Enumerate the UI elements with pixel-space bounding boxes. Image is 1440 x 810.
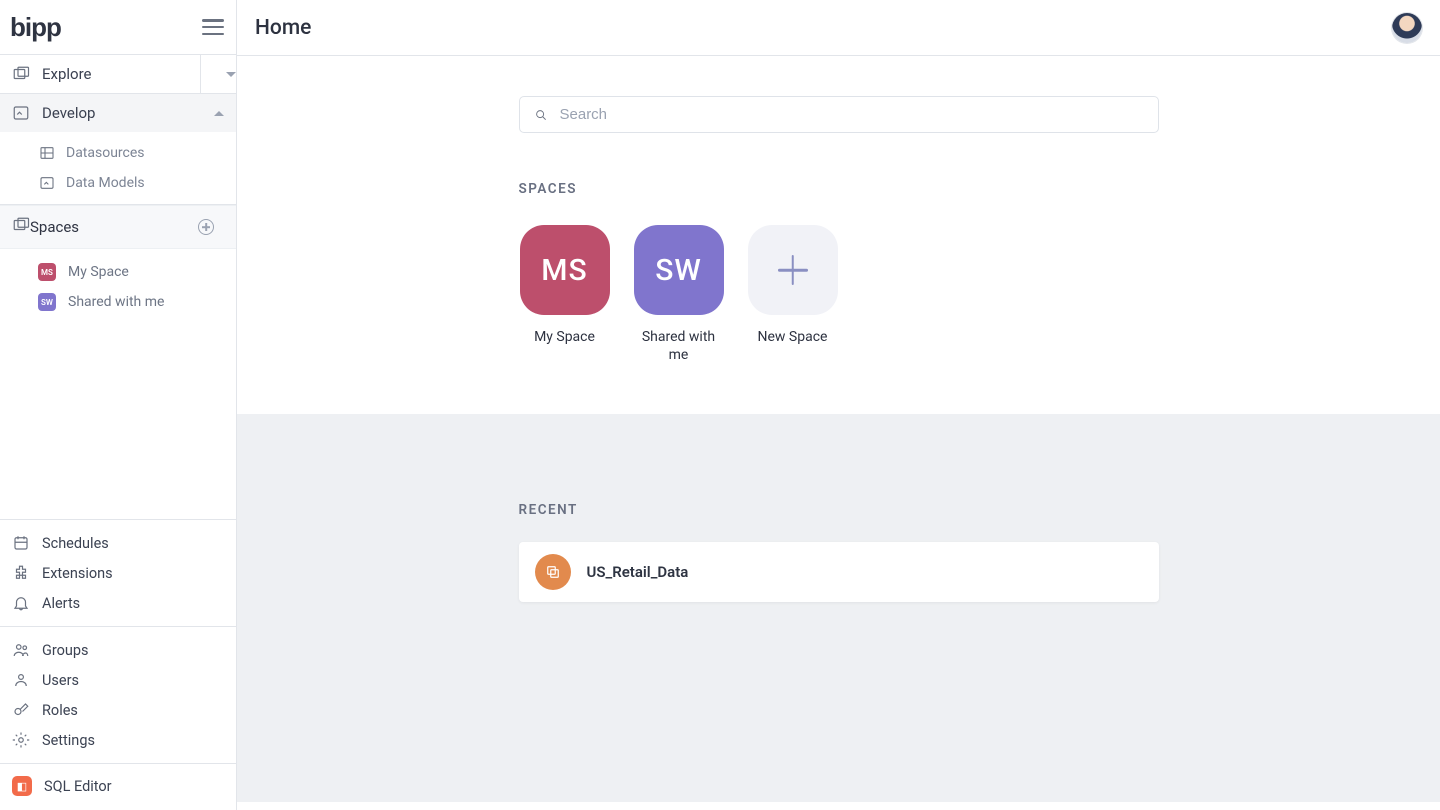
- space-badge: SW: [38, 293, 56, 311]
- extensions-icon: [12, 564, 30, 582]
- schedules-icon: [12, 534, 30, 552]
- groups-icon: [12, 641, 30, 659]
- roles-icon: [12, 701, 30, 719]
- nav-extensions-label: Extensions: [42, 565, 113, 582]
- topbar: Home: [237, 0, 1440, 56]
- nav-spaces-label: Spaces: [30, 218, 79, 236]
- space-card-label: New Space: [758, 329, 828, 347]
- chevron-up-icon: [214, 111, 224, 116]
- new-space-tile: [748, 225, 838, 315]
- users-icon: [12, 671, 30, 689]
- nav-datasources-label: Datasources: [66, 145, 145, 161]
- sidebar-space-label: My Space: [68, 264, 129, 280]
- nav-data-models[interactable]: Data Models: [28, 168, 236, 198]
- settings-icon: [12, 731, 30, 749]
- nav-mid-list: Schedules Extensions Alerts: [0, 520, 236, 627]
- nav-spaces[interactable]: Spaces: [0, 205, 236, 249]
- explore-dropdown-toggle[interactable]: [200, 55, 236, 93]
- space-card-my-space[interactable]: MS My Space: [519, 225, 611, 364]
- plus-icon: [778, 255, 808, 285]
- nav-users[interactable]: Users: [0, 665, 236, 695]
- space-badge: MS: [38, 263, 56, 281]
- recent-section: RECENT US_Retail_Data: [237, 414, 1440, 802]
- nav-settings[interactable]: Settings: [0, 725, 236, 755]
- dataset-icon: [535, 554, 571, 590]
- search-input[interactable]: [560, 106, 1144, 123]
- space-card-label: Shared with me: [633, 329, 725, 364]
- recent-item-name: US_Retail_Data: [587, 563, 689, 581]
- search-icon: [534, 108, 548, 122]
- recent-section-title: RECENT: [519, 502, 1159, 518]
- space-card-shared[interactable]: SW Shared with me: [633, 225, 725, 364]
- data-models-icon: [38, 174, 56, 192]
- brand-logo[interactable]: bipp: [10, 12, 61, 43]
- chevron-down-icon: [226, 72, 236, 77]
- sidebar: bipp Explore Develop: [0, 0, 237, 810]
- sidebar-space-shared[interactable]: SW Shared with me: [28, 287, 236, 317]
- nav-extensions[interactable]: Extensions: [0, 558, 236, 588]
- nav-schedules[interactable]: Schedules: [0, 528, 236, 558]
- spaces-icon: [12, 216, 30, 238]
- space-tile: SW: [634, 225, 724, 315]
- nav-explore-label: Explore: [42, 65, 92, 83]
- nav-datasources[interactable]: Datasources: [28, 138, 236, 168]
- nav-admin-list: Groups Users Roles Settings: [0, 627, 236, 763]
- nav-develop[interactable]: Develop: [0, 94, 236, 132]
- nav-sql-editor[interactable]: ◧ SQL Editor: [0, 763, 236, 810]
- nav-groups-label: Groups: [42, 642, 89, 659]
- nav-groups[interactable]: Groups: [0, 635, 236, 665]
- alerts-icon: [12, 594, 30, 612]
- search-box[interactable]: [519, 96, 1159, 133]
- recent-item[interactable]: US_Retail_Data: [519, 542, 1159, 602]
- nav-roles-label: Roles: [42, 702, 78, 719]
- space-tile: MS: [520, 225, 610, 315]
- datasource-icon: [38, 144, 56, 162]
- spaces-section-title: SPACES: [519, 181, 1159, 197]
- user-avatar[interactable]: [1392, 13, 1422, 43]
- page-title: Home: [255, 16, 311, 40]
- space-card-new[interactable]: New Space: [747, 225, 839, 364]
- nav-explore-section: Explore: [0, 55, 236, 94]
- explore-icon: [12, 65, 30, 83]
- nav-sql-editor-label: SQL Editor: [44, 778, 112, 795]
- develop-icon: [12, 104, 30, 122]
- develop-sublist: Datasources Data Models: [0, 132, 236, 204]
- nav-develop-label: Develop: [42, 104, 95, 122]
- nav-schedules-label: Schedules: [42, 535, 109, 552]
- space-card-label: My Space: [534, 329, 595, 347]
- spaces-grid: MS My Space SW Shared with me New Space: [519, 225, 1159, 364]
- main: Home SPACES MS My Space SW Shared with m…: [237, 0, 1440, 810]
- sidebar-space-my-space[interactable]: MS My Space: [28, 257, 236, 287]
- menu-toggle-icon[interactable]: [202, 19, 224, 35]
- nav-data-models-label: Data Models: [66, 175, 145, 191]
- nav-roles[interactable]: Roles: [0, 695, 236, 725]
- nav-develop-section: Develop Datasources Data Models: [0, 94, 236, 205]
- content: SPACES MS My Space SW Shared with me New…: [237, 56, 1440, 810]
- nav-alerts-label: Alerts: [42, 595, 80, 612]
- sql-editor-icon: ◧: [12, 776, 32, 796]
- nav-settings-label: Settings: [42, 732, 95, 749]
- add-space-icon[interactable]: [198, 219, 214, 235]
- sidebar-space-label: Shared with me: [68, 294, 164, 310]
- nav-alerts[interactable]: Alerts: [0, 588, 236, 618]
- sidebar-space-list: MS My Space SW Shared with me: [0, 249, 236, 337]
- nav-users-label: Users: [42, 672, 79, 689]
- nav-explore[interactable]: Explore: [0, 55, 236, 93]
- logo-row: bipp: [0, 0, 236, 55]
